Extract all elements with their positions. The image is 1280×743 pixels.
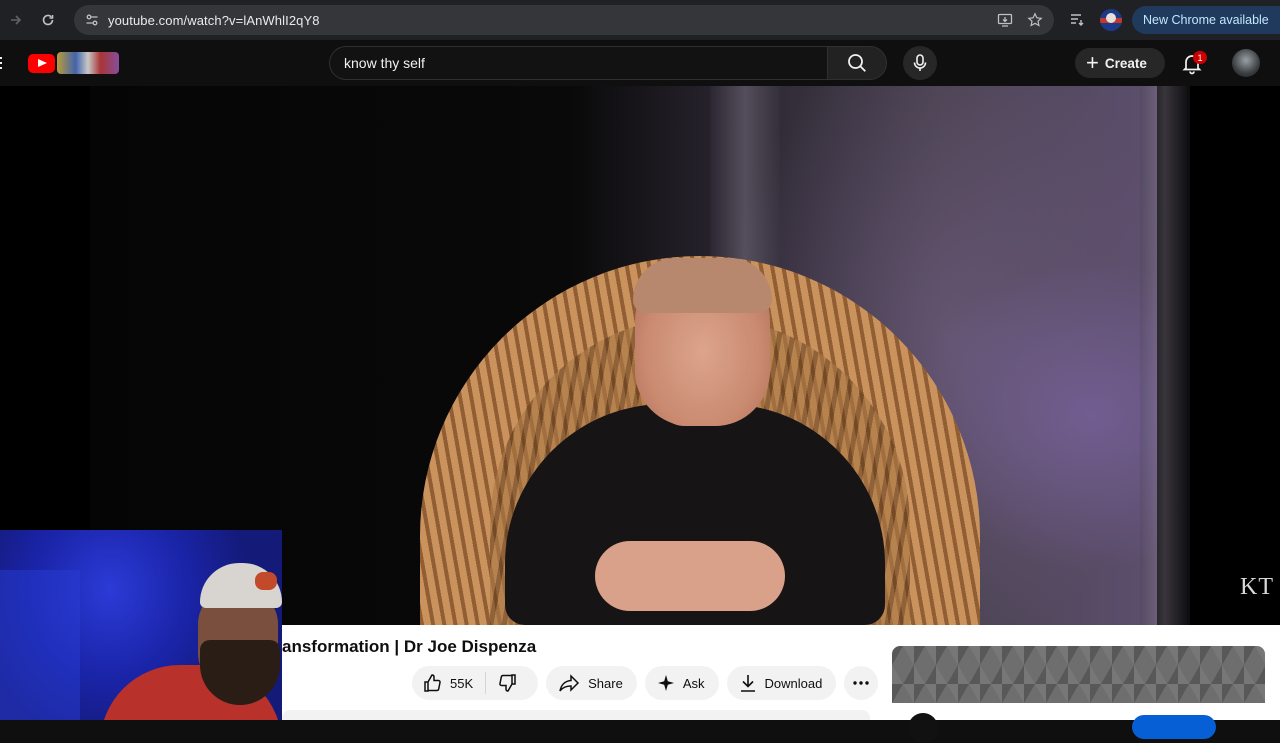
profile-avatar[interactable]	[1100, 9, 1122, 31]
forward-button[interactable]	[2, 6, 30, 34]
youtube-logo[interactable]	[28, 52, 120, 74]
youtube-header: + Create 1	[0, 40, 1280, 86]
dislike-button[interactable]	[486, 673, 538, 693]
download-label: Download	[764, 675, 823, 691]
like-dislike-group: 55K	[412, 666, 539, 700]
search-bar	[329, 46, 887, 80]
search-icon	[848, 54, 866, 72]
plus-icon: +	[1086, 50, 1099, 75]
speaker-hands	[595, 541, 785, 611]
hamburger-menu-icon[interactable]	[0, 54, 4, 72]
more-horizontal-icon	[853, 681, 870, 685]
site-info-icon[interactable]	[78, 6, 106, 34]
omnibox-actions	[996, 11, 1044, 29]
url-text: youtube.com/watch?v=lAnWhlI2qY8	[108, 12, 320, 28]
cap-logo	[255, 572, 277, 590]
bookmark-star-icon[interactable]	[1026, 11, 1044, 29]
youtube-doodle	[57, 52, 119, 74]
browser-toolbar: youtube.com/watch?v=lAnWhlI2qY8 New Chro…	[0, 0, 1280, 40]
share-icon	[559, 674, 580, 692]
arrow-right-icon	[11, 15, 22, 25]
create-button[interactable]: + Create	[1075, 48, 1165, 78]
webcam-overlay	[0, 530, 282, 720]
install-app-icon[interactable]	[996, 11, 1014, 29]
related-video-channel-row	[892, 707, 1265, 743]
microphone-icon	[913, 54, 927, 71]
description-box[interactable]	[282, 710, 870, 720]
speaker-hair	[633, 258, 772, 313]
like-button[interactable]: 55K	[412, 672, 487, 694]
thumbs-up-icon	[424, 674, 441, 692]
reading-list-icon[interactable]	[1068, 10, 1088, 30]
related-channel-avatar[interactable]	[908, 713, 938, 743]
channel-watermark: KT	[1240, 574, 1274, 600]
voice-search-button[interactable]	[903, 46, 937, 80]
stage-light	[1140, 86, 1190, 625]
reload-icon	[42, 14, 54, 26]
related-subscribe-button[interactable]	[1132, 715, 1216, 739]
reload-button[interactable]	[34, 6, 62, 34]
more-actions-button[interactable]	[844, 666, 879, 700]
download-button[interactable]: Download	[726, 666, 837, 700]
share-button[interactable]: Share	[546, 666, 637, 700]
video-title: ansformation | Dr Joe Dispenza	[282, 637, 537, 656]
notification-count-badge: 1	[1193, 51, 1207, 64]
share-label: Share	[588, 675, 623, 691]
webcam-background	[0, 570, 80, 720]
related-video-thumbnail[interactable]	[892, 646, 1265, 703]
sparkle-icon	[657, 675, 674, 691]
download-icon	[740, 675, 755, 692]
thumbs-down-icon	[499, 674, 516, 692]
search-input[interactable]	[329, 46, 827, 80]
youtube-play-icon	[28, 53, 55, 73]
address-bar[interactable]: youtube.com/watch?v=lAnWhlI2qY8	[74, 5, 1054, 35]
video-actions: 55K Share Ask Download	[412, 666, 879, 700]
account-avatar[interactable]	[1232, 49, 1260, 77]
create-label: Create	[1104, 55, 1147, 71]
chrome-update-button[interactable]: New Chrome available	[1132, 6, 1280, 34]
search-button[interactable]	[827, 46, 887, 80]
ask-button[interactable]: Ask	[644, 666, 719, 700]
ask-label: Ask	[682, 675, 705, 691]
like-count: 55K	[450, 675, 474, 691]
